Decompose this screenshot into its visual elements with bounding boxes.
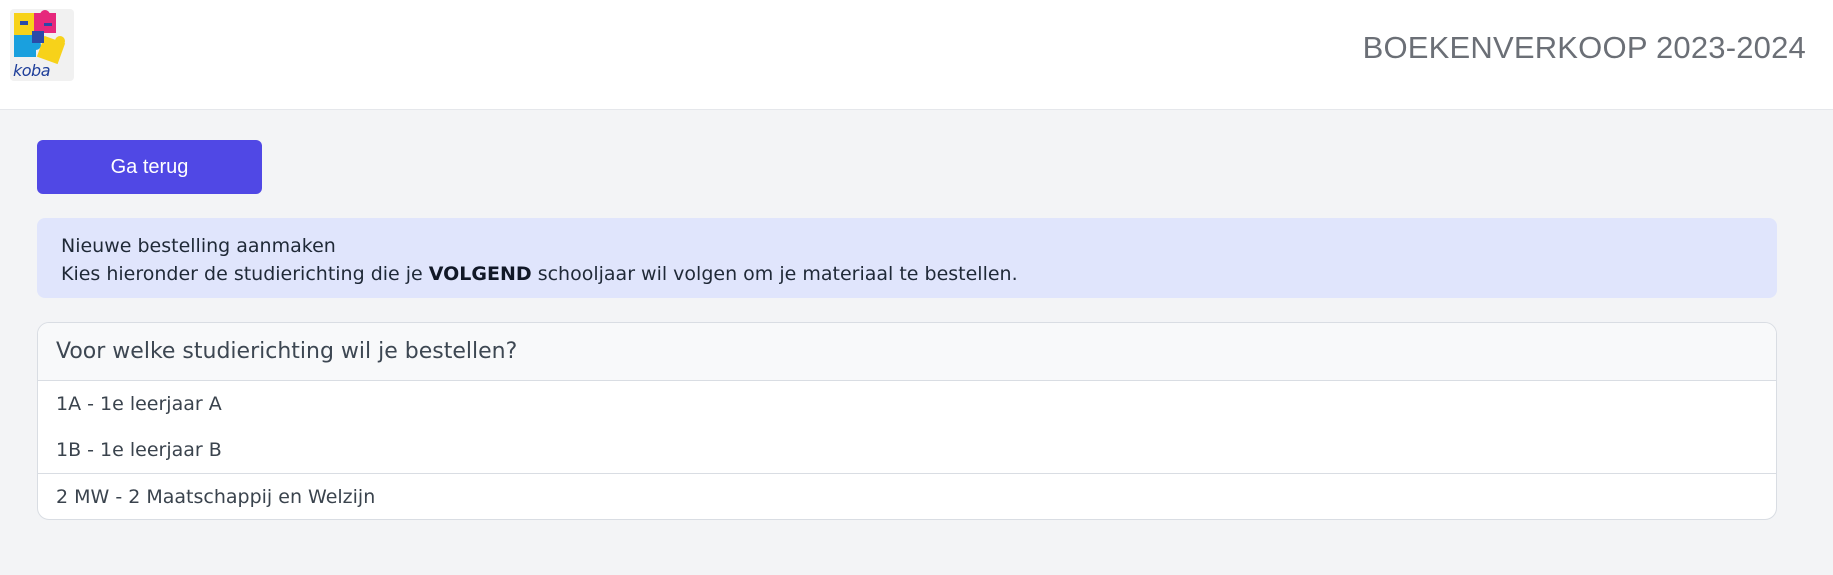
study-direction-card: Voor welke studierichting wil je bestell… [37, 322, 1777, 520]
alert-message-start: Kies hieronder de studierichting die je [61, 263, 429, 285]
site-title: BOEKENVERKOOP 2023-2024 [1362, 30, 1806, 65]
option-2mw[interactable]: 2 MW - 2 Maatschappij en Welzijn [38, 474, 1776, 519]
koba-logo[interactable]: koba [10, 9, 74, 81]
info-alert: Nieuwe bestelling aanmaken Kies hieronde… [37, 218, 1777, 298]
option-1a[interactable]: 1A - 1e leerjaar A [38, 381, 1776, 427]
option-group: 2 MW - 2 Maatschappij en Welzijn [38, 474, 1776, 519]
top-header: koba BOEKENVERKOOP 2023-2024 [0, 0, 1833, 110]
alert-message: Kies hieronder de studierichting die je … [61, 260, 1753, 288]
card-title: Voor welke studierichting wil je bestell… [38, 323, 1776, 381]
option-1b[interactable]: 1B - 1e leerjaar B [38, 427, 1776, 473]
alert-title: Nieuwe bestelling aanmaken [61, 235, 336, 257]
alert-message-end: schooljaar wil volgen om je materiaal te… [531, 263, 1018, 285]
option-group: 1A - 1e leerjaar A 1B - 1e leerjaar B [38, 381, 1776, 474]
alert-message-emphasis: VOLGEND [428, 263, 532, 285]
logo-text: koba [13, 61, 51, 80]
back-button[interactable]: Ga terug [37, 140, 262, 194]
